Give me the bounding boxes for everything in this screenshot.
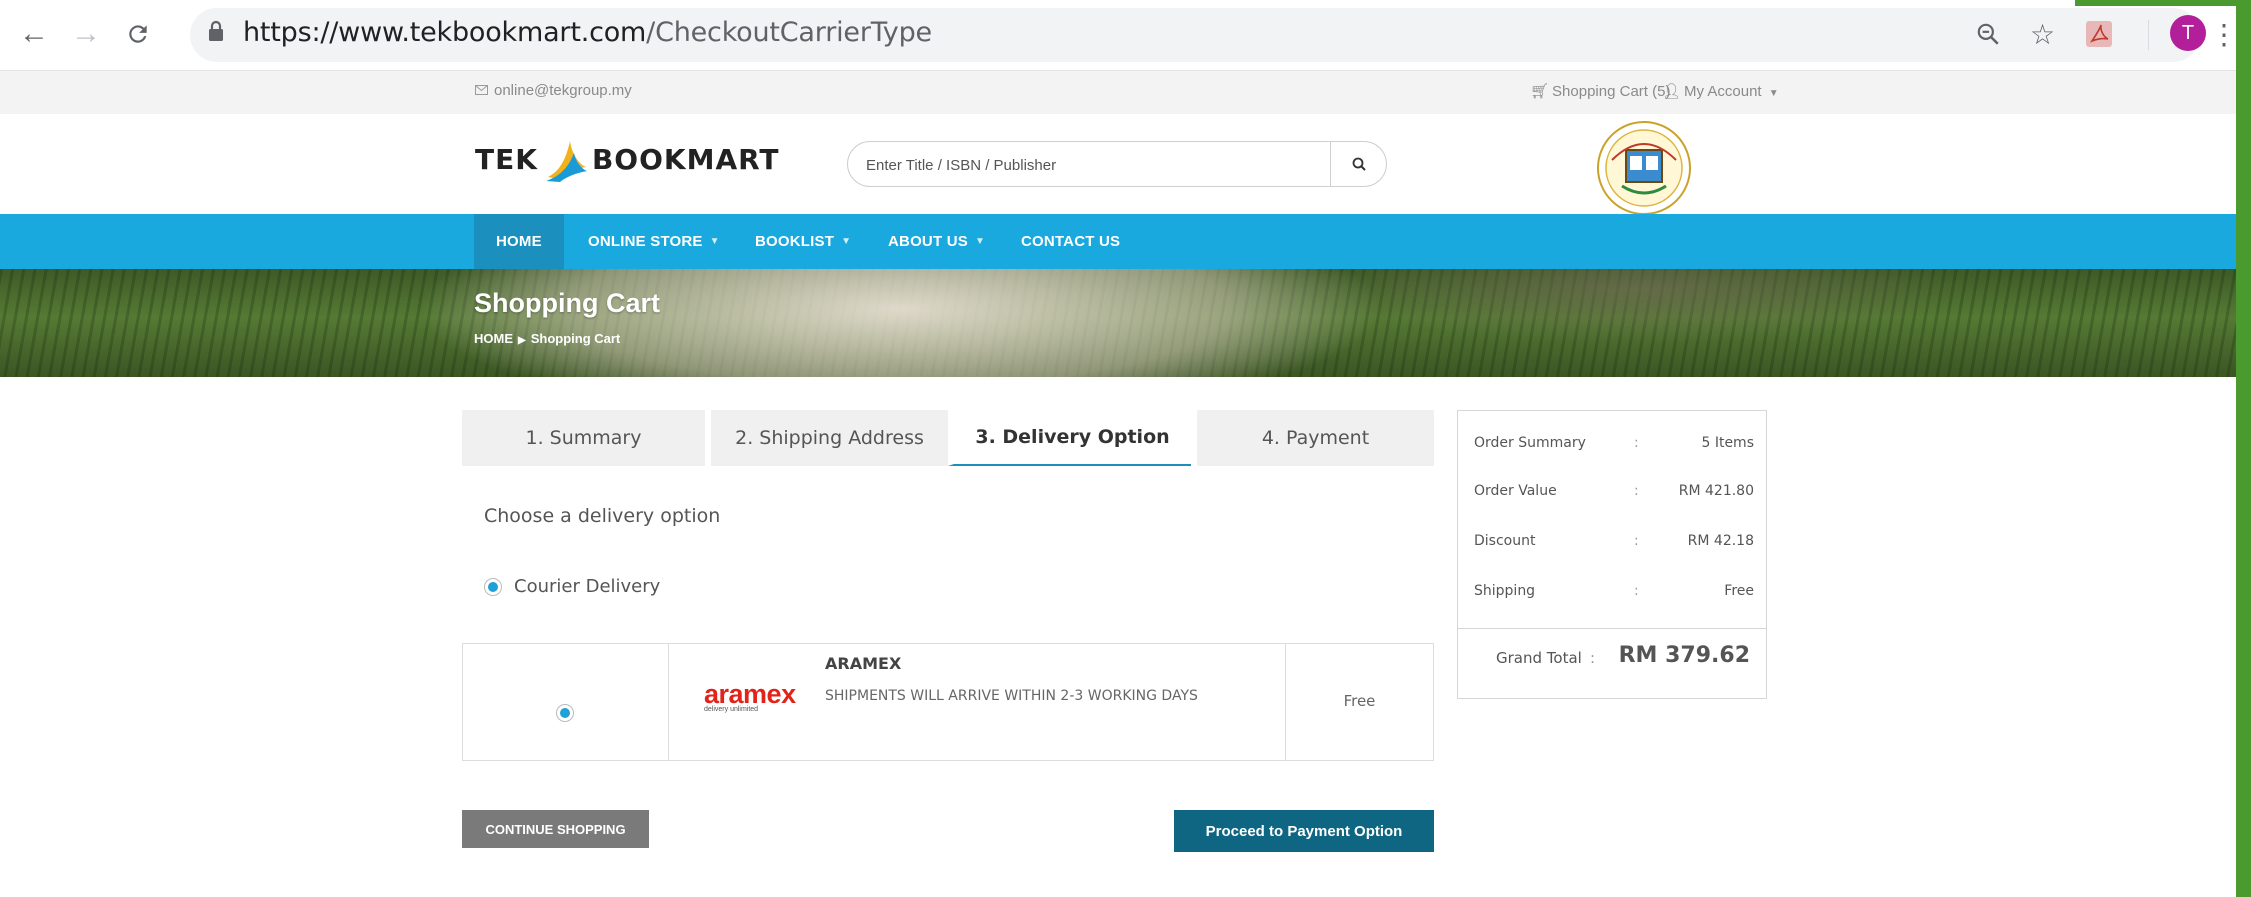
grand-total-row: Grand Total: RM 379.62 — [1496, 643, 1750, 668]
site-topbar: online@tekgroup.my 🛒︎ Shopping Cart (5) 👤… — [0, 70, 2236, 114]
school-crest-logo — [1596, 120, 1692, 216]
courier-delivery-radio[interactable] — [484, 577, 502, 596]
browser-toolbar: ← → https://www.tekbookmart.com/Checkout… — [0, 0, 2251, 70]
zoom-icon[interactable] — [1975, 14, 2001, 54]
toolbar-divider — [2148, 20, 2149, 50]
lock-icon — [208, 20, 224, 42]
carrier-price: Free — [1343, 692, 1376, 710]
caret-down-icon: ▼ — [709, 236, 720, 247]
step-delivery-option[interactable]: 3. Delivery Option — [948, 410, 1191, 466]
aramex-radio[interactable] — [556, 704, 574, 722]
my-account-link[interactable]: 👤︎ My Account ▼ — [1662, 82, 1779, 100]
nav-home[interactable]: HOME — [474, 214, 564, 269]
menu-kebab-icon[interactable]: ⋮ — [2210, 14, 2238, 54]
courier-delivery-label: Courier Delivery — [514, 576, 661, 597]
banner-background-image — [0, 269, 2236, 377]
bird-wing-icon — [545, 141, 587, 182]
nav-contact-us[interactable]: CONTACT US — [1021, 214, 1120, 269]
page-title: Shopping Cart — [474, 288, 660, 318]
carrier-table: aramex delivery unlimited ARAMEX SHIPMEN… — [462, 643, 1434, 761]
search-icon — [1352, 157, 1366, 171]
search-box — [847, 141, 1387, 187]
summary-row-discount: Discount: RM 42.18 — [1474, 533, 1754, 549]
profile-avatar[interactable]: T — [2170, 15, 2206, 51]
url-text[interactable]: https://www.tekbookmart.com/CheckoutCarr… — [243, 17, 932, 48]
caret-down-icon: ▼ — [841, 236, 852, 247]
step-payment[interactable]: 4. Payment — [1191, 410, 1434, 466]
decorative-green-tab — [2075, 0, 2251, 6]
envelope-icon — [475, 82, 488, 99]
cart-icon: 🛒︎ — [1530, 83, 1550, 100]
courier-delivery-option[interactable]: Courier Delivery — [484, 576, 660, 597]
nav-booklist[interactable]: BOOKLIST ▼ — [755, 214, 851, 269]
main-navbar: HOME ONLINE STORE ▼ BOOKLIST ▼ ABOUT US ▼ C… — [0, 214, 2236, 269]
carrier-select-cell — [463, 644, 669, 760]
carrier-info-cell: aramex delivery unlimited ARAMEX SHIPMEN… — [669, 644, 1286, 760]
back-icon[interactable]: ← — [14, 14, 54, 54]
tek-bookmart-logo[interactable]: TEK BOOKMART — [475, 134, 780, 184]
site-header: TEK BOOKMART — [0, 114, 2236, 214]
proceed-to-payment-button[interactable]: Proceed to Payment Option — [1174, 810, 1434, 852]
grand-total-value: RM 379.62 — [1618, 643, 1750, 668]
page-banner: Shopping Cart HOME ▶ Shopping Cart — [0, 269, 2236, 377]
carrier-description: SHIPMENTS WILL ARRIVE WITHIN 2-3 WORKING… — [825, 688, 1198, 704]
nav-about-us[interactable]: ABOUT US ▼ — [888, 214, 985, 269]
caret-down-icon: ▼ — [974, 236, 986, 247]
continue-shopping-button[interactable]: CONTINUE SHOPPING — [462, 810, 649, 848]
shopping-cart-link[interactable]: 🛒︎ Shopping Cart (5) — [1530, 82, 1670, 100]
summary-row-order-value: Order Value: RM 421.80 — [1474, 483, 1754, 499]
reload-icon[interactable] — [118, 14, 158, 54]
step-shipping-address[interactable]: 2. Shipping Address — [705, 410, 948, 466]
breadcrumb: HOME ▶ Shopping Cart — [474, 331, 620, 346]
user-icon: 👤︎ — [1662, 83, 1682, 100]
carrier-price-cell: Free — [1286, 644, 1433, 760]
summary-divider — [1458, 628, 1766, 629]
carrier-name: ARAMEX — [825, 654, 902, 673]
order-summary-panel: Order Summary:5 Items Order Value: RM 421… — [1457, 410, 1767, 699]
delivery-heading: Choose a delivery option — [484, 505, 721, 527]
aramex-logo: aramex delivery unlimited — [704, 679, 796, 713]
forward-icon[interactable]: → — [66, 14, 106, 54]
breadcrumb-arrow-icon: ▶ — [518, 335, 526, 346]
nav-online-store[interactable]: ONLINE STORE ▼ — [588, 214, 720, 269]
star-icon[interactable]: ☆ — [2030, 14, 2055, 54]
contact-email[interactable]: online@tekgroup.my — [475, 82, 632, 99]
breadcrumb-current: Shopping Cart — [530, 331, 621, 346]
caret-down-icon: ▼ — [1768, 88, 1779, 99]
summary-row-items: Order Summary:5 Items — [1474, 435, 1754, 451]
breadcrumb-home[interactable]: HOME — [474, 331, 513, 346]
checkout-steps: 1. Summary 2. Shipping Address 3. Delive… — [462, 410, 1434, 466]
decorative-green-strip — [2236, 0, 2251, 897]
search-input[interactable] — [866, 152, 1306, 178]
step-summary[interactable]: 1. Summary — [462, 410, 705, 466]
search-button[interactable] — [1330, 142, 1386, 186]
summary-row-shipping: Shipping: Free — [1474, 583, 1754, 599]
pdf-extension-icon[interactable] — [2084, 14, 2114, 54]
